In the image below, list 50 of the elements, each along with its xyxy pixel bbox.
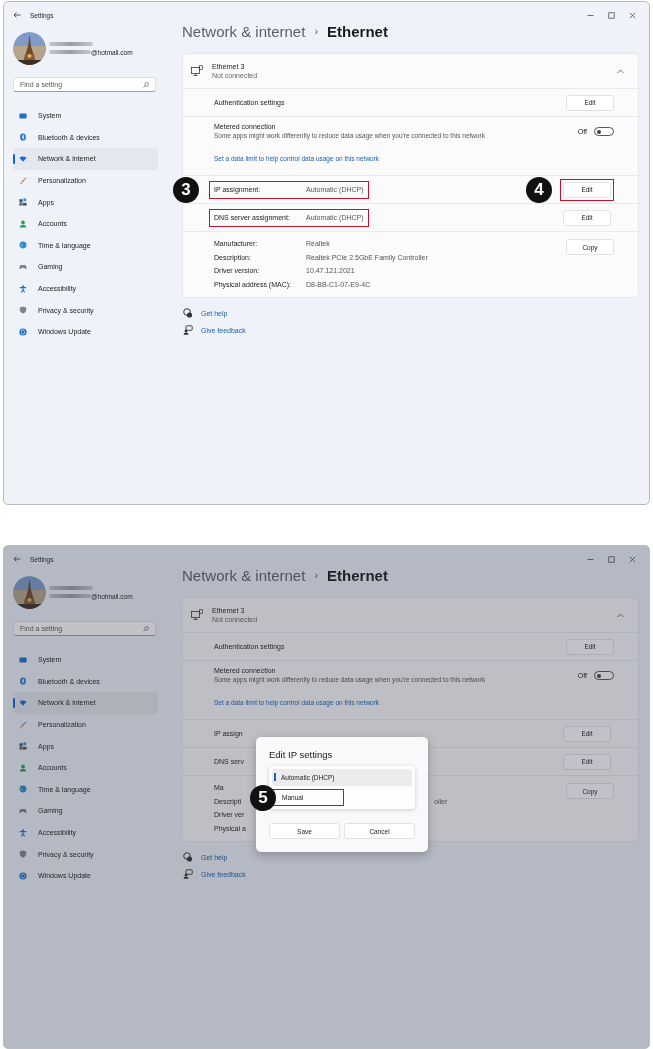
brush-icon — [19, 176, 27, 185]
back-arrow-icon[interactable] — [13, 555, 21, 563]
controller-icon — [19, 806, 27, 815]
ethernet-icon — [191, 609, 203, 621]
monitor-icon — [19, 655, 27, 664]
blurred-name — [49, 585, 93, 590]
page-title: Ethernet — [327, 22, 388, 40]
monitor-icon — [19, 111, 27, 120]
breadcrumb-separator: › — [314, 25, 319, 37]
bluetooth-icon — [19, 677, 27, 686]
maximize-icon[interactable] — [608, 11, 615, 19]
ethernet-icon — [191, 65, 203, 77]
brush-icon — [19, 720, 27, 729]
controller-icon — [19, 262, 27, 271]
feedback-icon — [183, 869, 193, 879]
dialog-title: Edit IP settings — [269, 749, 334, 760]
wifi-icon — [19, 155, 27, 163]
apps-icon — [19, 742, 27, 751]
accessibility-icon — [19, 284, 27, 293]
globe-icon — [19, 785, 27, 794]
page-title: Ethernet — [327, 566, 388, 584]
step-number-badge: 3 — [173, 176, 199, 203]
feedback-icon — [183, 325, 193, 335]
apps-icon — [19, 198, 27, 207]
breadcrumb-parent[interactable]: Network & internet — [182, 22, 306, 40]
bluetooth-icon — [19, 133, 27, 142]
blurred-name — [49, 41, 93, 46]
person-icon — [19, 219, 27, 228]
shield-icon — [19, 850, 27, 859]
back-arrow-icon[interactable] — [13, 11, 21, 19]
breadcrumb-separator: › — [314, 569, 319, 581]
toggle-switch[interactable] — [594, 671, 614, 680]
update-icon — [19, 871, 27, 880]
step-number-badge: 5 — [250, 784, 276, 811]
search-icon — [143, 625, 149, 632]
globe-icon — [19, 241, 27, 250]
search-icon — [143, 81, 149, 88]
wifi-icon — [19, 699, 27, 707]
step-number-badge: 4 — [526, 176, 552, 203]
close-icon[interactable] — [629, 555, 636, 563]
toggle-switch[interactable] — [594, 127, 614, 136]
shield-icon — [19, 306, 27, 315]
help-icon — [183, 852, 193, 862]
help-icon — [183, 308, 193, 318]
update-icon — [19, 327, 27, 336]
accessibility-icon — [19, 828, 27, 837]
breadcrumb-parent[interactable]: Network & internet — [182, 566, 306, 584]
maximize-icon[interactable] — [608, 555, 615, 563]
person-icon — [19, 763, 27, 772]
close-icon[interactable] — [629, 11, 636, 19]
